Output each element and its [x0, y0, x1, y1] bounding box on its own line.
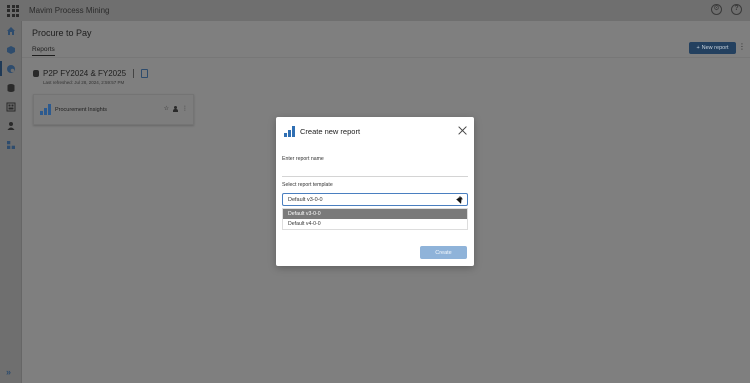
home-icon — [7, 26, 15, 35]
create-button[interactable]: Create — [420, 246, 467, 259]
bar-chart-icon — [40, 104, 51, 115]
new-report-button[interactable]: + New report — [689, 42, 736, 54]
dialog-title: Create new report — [300, 127, 361, 136]
sidebar-item-process[interactable] — [0, 40, 22, 59]
expand-sidebar-icon[interactable]: » — [6, 367, 11, 377]
app-launcher-icon[interactable] — [7, 4, 19, 17]
page-title: Procure to Pay — [32, 28, 92, 38]
user-icon — [7, 121, 15, 130]
bar-chart-icon — [284, 126, 295, 137]
report-name-input[interactable] — [282, 165, 468, 177]
sidebar-item-home[interactable] — [0, 21, 22, 40]
template-options-list: Default v3-0-0 Default v4-0-0 — [282, 208, 468, 230]
divider — [133, 69, 135, 78]
sidebar-item-storage[interactable] — [0, 78, 22, 97]
cylinder-icon — [7, 83, 15, 92]
create-report-dialog: Create new report Enter report name Sele… — [276, 117, 474, 266]
tab-reports[interactable]: Reports — [32, 46, 55, 56]
report-card-title: Procurement Insights — [55, 106, 107, 113]
database-active-icon — [7, 64, 15, 73]
last-refreshed: Last refreshed: Jul 28, 2024, 2:59:57 PM — [43, 80, 125, 85]
owner-icon[interactable] — [173, 105, 178, 112]
cube-icon — [7, 45, 15, 54]
help-icon[interactable]: ? — [731, 4, 742, 15]
document-icon[interactable] — [141, 69, 149, 78]
app-title: Mavim Process Mining — [29, 6, 110, 15]
template-label: Select report template — [282, 182, 333, 188]
sidebar-item-dashboard[interactable] — [0, 97, 22, 116]
page-more-icon[interactable]: ⋮ — [738, 43, 746, 51]
new-report-label: New report — [701, 45, 729, 51]
sidebar-item-datasets[interactable] — [0, 59, 22, 78]
top-bar: Mavim Process Mining ⚙ ? — [0, 0, 750, 21]
kebab-icon[interactable]: ⋮ — [182, 105, 188, 112]
report-card[interactable]: Procurement Insights ☆ ⋮ — [33, 94, 194, 125]
database-icon — [33, 70, 39, 77]
sidebar: » — [0, 21, 22, 383]
plus-icon: + — [696, 45, 700, 51]
close-icon[interactable] — [458, 126, 467, 135]
sidebar-item-apps[interactable] — [0, 135, 22, 154]
template-option[interactable]: Default v3-0-0 — [283, 209, 467, 219]
dashboard-icon — [6, 102, 16, 111]
apps-icon — [7, 140, 15, 149]
sidebar-item-users[interactable] — [0, 116, 22, 135]
report-name-label: Enter report name — [282, 156, 324, 162]
dataset-name: P2P FY2024 & FY2025 — [43, 69, 127, 78]
gear-icon[interactable]: ⚙ — [711, 4, 722, 15]
tabs-divider — [22, 57, 750, 58]
star-icon[interactable]: ☆ — [164, 105, 169, 112]
template-select[interactable]: Default v3-0-0 — [282, 193, 468, 206]
template-option[interactable]: Default v4-0-0 — [283, 219, 467, 229]
template-selected-value: Default v3-0-0 — [288, 196, 323, 203]
dataset-header: P2P FY2024 & FY2025 — [33, 69, 149, 78]
